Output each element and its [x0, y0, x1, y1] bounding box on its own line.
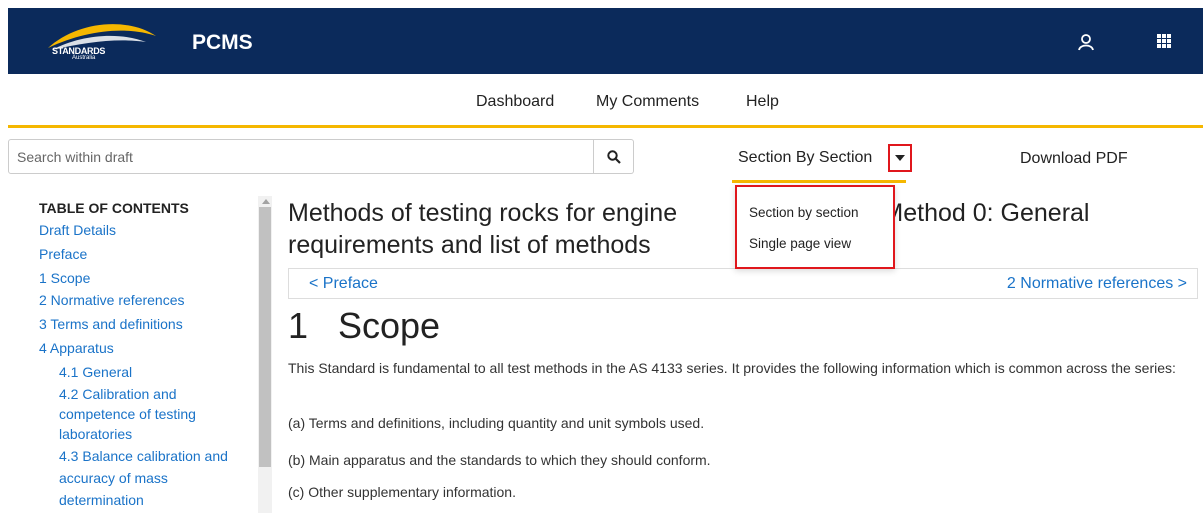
toc-item[interactable]: 4.2 Calibration and — [59, 384, 177, 404]
main-nav: Dashboard My Comments Help — [8, 74, 1203, 128]
paragraph: (b) Main apparatus and the standards to … — [288, 452, 711, 468]
toc-item[interactable]: 4.3 Balance calibration and — [59, 446, 228, 466]
view-mode-underline — [732, 180, 906, 183]
view-mode-menu: Section by section Single page view — [735, 185, 895, 269]
paragraph: (a) Terms and definitions, including qua… — [288, 415, 705, 431]
top-header-bar: STANDARDS Australia PCMS — [8, 8, 1203, 74]
toc-item[interactable]: competence of testing — [59, 404, 196, 424]
section-heading: Scope — [338, 305, 441, 346]
menu-item-section-by-section[interactable]: Section by section — [749, 205, 859, 220]
toc-item[interactable]: determination — [59, 490, 144, 510]
prev-section-link[interactable]: < Preface — [309, 275, 378, 293]
app-title[interactable]: PCMS — [192, 31, 253, 55]
logo-subtext: Australia — [72, 55, 96, 61]
toc-item[interactable]: 4.1 General — [59, 362, 132, 382]
toc-item[interactable]: 1 Scope — [39, 268, 90, 288]
document-title-part1: Methods of testing rocks for engine — [288, 199, 678, 227]
paragraph: (c) Other supplementary information. — [288, 484, 516, 500]
search-icon — [607, 150, 621, 164]
section-pager: < Preface 2 Normative references > — [288, 268, 1198, 299]
toc-scrollbar-thumb[interactable] — [259, 207, 271, 467]
toc-item[interactable]: laboratories — [59, 424, 132, 444]
scroll-up-arrow-icon[interactable] — [262, 199, 270, 204]
toc-item[interactable]: 3 Terms and definitions — [39, 314, 183, 334]
toc-heading: TABLE OF CONTENTS — [39, 200, 189, 216]
view-mode-label[interactable]: Section By Section — [738, 149, 872, 167]
menu-item-single-page-view[interactable]: Single page view — [749, 236, 851, 251]
next-section-link[interactable]: 2 Normative references > — [1007, 275, 1187, 293]
toc-item[interactable]: Preface — [39, 244, 87, 264]
search-button[interactable] — [594, 139, 634, 174]
download-pdf-button[interactable]: Download PDF — [1020, 150, 1128, 168]
toc-item[interactable]: 4 Apparatus — [39, 338, 114, 358]
toc-item[interactable]: Draft Details — [39, 220, 116, 240]
apps-grid-icon[interactable] — [1156, 33, 1172, 49]
nav-my-comments[interactable]: My Comments — [596, 93, 699, 111]
user-icon[interactable] — [1076, 32, 1096, 52]
view-mode-dropdown-toggle[interactable] — [888, 144, 912, 172]
caret-down-icon — [895, 155, 905, 161]
paragraph: This Standard is fundamental to all test… — [288, 360, 1176, 376]
toc-item[interactable]: accuracy of mass — [59, 468, 168, 488]
section-number: 1 — [288, 305, 309, 346]
nav-help[interactable]: Help — [746, 93, 779, 111]
logo-swoosh-icon — [48, 24, 156, 50]
table-of-contents: TABLE OF CONTENTS Draft Details Preface … — [8, 190, 268, 513]
toc-item[interactable]: 2 Normative references — [39, 290, 185, 310]
standards-australia-logo[interactable] — [46, 20, 158, 64]
search-input[interactable] — [8, 139, 594, 174]
nav-dashboard[interactable]: Dashboard — [476, 93, 554, 111]
